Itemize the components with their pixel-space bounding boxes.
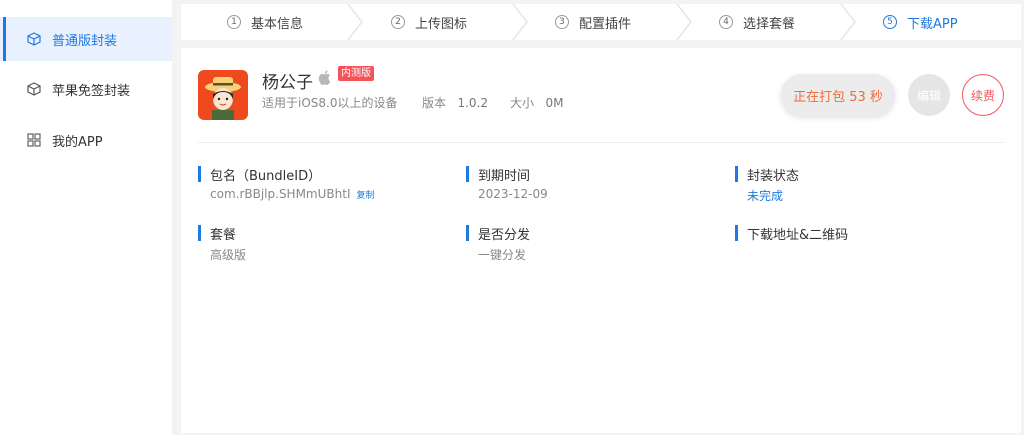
edit-button[interactable]: 编辑 xyxy=(908,74,950,116)
bundle-id-value: com.rBBjlp.SHMmUBhtI xyxy=(210,187,351,201)
expire-label: 到期时间 xyxy=(466,165,548,184)
distribute-field: 是否分发 一键分发 xyxy=(466,224,530,263)
step-chevron-icon xyxy=(347,4,363,40)
packing-status-button[interactable]: 正在打包 53 秒 xyxy=(781,74,895,116)
step-number: 3 xyxy=(555,15,569,29)
copy-link[interactable]: 复制 xyxy=(357,191,375,201)
step-chevron-icon xyxy=(676,4,692,40)
step-label: 配置插件 xyxy=(579,16,632,32)
step-label: 基本信息 xyxy=(251,16,304,32)
compat-text: 适用于iOS8.0以上的设备 xyxy=(262,96,398,110)
download-label: 下载地址&二维码 xyxy=(735,224,848,243)
distribute-label: 是否分发 xyxy=(466,224,530,243)
expire-value: 2023-12-09 xyxy=(478,187,548,201)
version-info: 版本 1.0.2 xyxy=(422,94,488,111)
status-field: 封装状态 未完成 xyxy=(735,165,799,204)
bundle-id-label: 包名（BundleID） xyxy=(198,165,375,184)
app-name: 杨公子 xyxy=(262,73,313,93)
step-label: 下载APP xyxy=(907,16,958,32)
app-icon xyxy=(198,70,248,120)
size-value: 0M xyxy=(545,96,564,110)
step-chevron-icon xyxy=(512,4,528,40)
version-label: 版本 xyxy=(422,96,447,110)
download-field: 下载地址&二维码 xyxy=(735,224,848,243)
sidebar-item-apple-unsigned-wrap[interactable]: 苹果免签封装 xyxy=(0,67,172,111)
sidebar-item-standard-wrap[interactable]: 普通版封装 xyxy=(0,17,172,61)
stepper: 1 基本信息 2 上传图标 3 配置插件 4 选择套餐 5 下载APP xyxy=(181,4,1021,40)
sidebar-item-label: 我的APP xyxy=(52,134,103,150)
divider xyxy=(198,142,1004,143)
cube-icon xyxy=(26,81,42,97)
sidebar-item-label: 普通版封装 xyxy=(52,33,118,49)
status-value: 未完成 xyxy=(747,189,784,203)
beta-badge: 内测版 xyxy=(338,66,374,81)
app-detail-panel: 杨公子 内测版 适用于iOS8.0以上的设备 版本 1.0.2 大小 0M 正在… xyxy=(181,48,1021,433)
bundle-id-value-row: com.rBBjlp.SHMmUBhtI 复制 xyxy=(198,187,375,201)
step-chevron-icon xyxy=(840,4,856,40)
cube-icon xyxy=(26,31,42,47)
step-number: 4 xyxy=(719,15,733,29)
step-number: 1 xyxy=(227,15,241,29)
expire-field: 到期时间 2023-12-09 xyxy=(466,165,548,202)
size-info: 大小 0M xyxy=(510,94,563,111)
status-label: 封装状态 xyxy=(735,165,799,184)
plan-value: 高级版 xyxy=(210,248,247,262)
sidebar-item-label: 苹果免签封装 xyxy=(52,83,131,99)
step-config-plugins[interactable]: 3 配置插件 xyxy=(555,4,631,40)
step-label: 选择套餐 xyxy=(743,16,796,32)
step-upload-icon[interactable]: 2 上传图标 xyxy=(391,4,467,40)
plan-label: 套餐 xyxy=(198,224,246,243)
step-number: 2 xyxy=(391,15,405,29)
sidebar: 普通版封装 苹果免签封装 我的APP xyxy=(0,0,172,435)
version-value: 1.0.2 xyxy=(457,96,489,110)
plan-field: 套餐 高级版 xyxy=(198,224,246,263)
step-download-app[interactable]: 5 下载APP xyxy=(883,4,958,40)
distribute-value: 一键分发 xyxy=(478,248,527,262)
renew-button[interactable]: 续费 xyxy=(962,74,1004,116)
step-choose-plan[interactable]: 4 选择套餐 xyxy=(719,4,795,40)
step-number: 5 xyxy=(883,15,897,29)
step-label: 上传图标 xyxy=(415,16,468,32)
sidebar-item-my-app[interactable]: 我的APP xyxy=(0,118,172,162)
apple-icon xyxy=(318,70,332,89)
grid-icon xyxy=(26,132,42,148)
step-basic-info[interactable]: 1 基本信息 xyxy=(227,4,303,40)
bundle-id-field: 包名（BundleID） com.rBBjlp.SHMmUBhtI 复制 xyxy=(198,165,375,202)
size-label: 大小 xyxy=(510,96,535,110)
